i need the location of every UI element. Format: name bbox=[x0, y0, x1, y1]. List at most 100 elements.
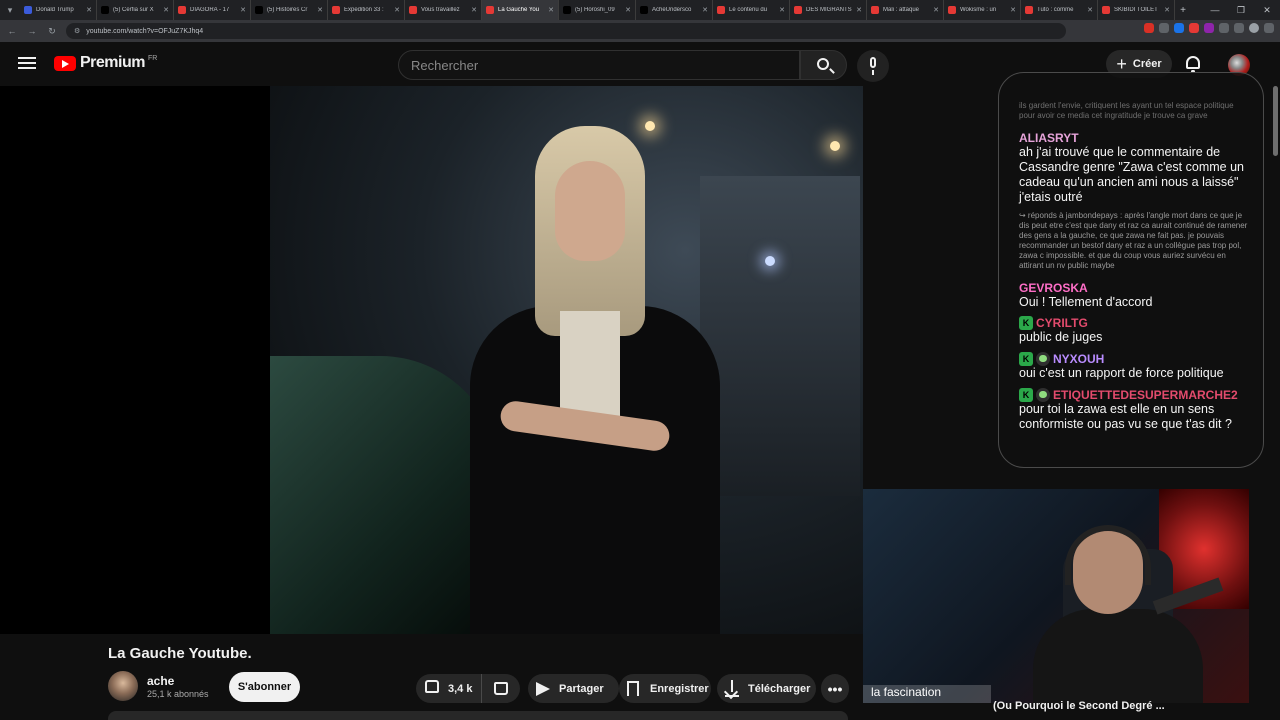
like-count: 3,4 k bbox=[448, 682, 473, 695]
puzzle-icon[interactable] bbox=[1234, 23, 1244, 33]
video-player[interactable] bbox=[0, 86, 863, 634]
youtube-play-icon bbox=[54, 55, 76, 71]
reload-icon[interactable]: ↻ bbox=[44, 26, 60, 37]
browser-tab[interactable]: Donald Trump ✕ bbox=[20, 0, 97, 20]
tab-favicon-icon bbox=[1102, 6, 1110, 14]
tab-label: Expedition 33 : bbox=[344, 7, 384, 13]
window-controls: — ❐ ✕ bbox=[1202, 0, 1280, 20]
person-in-video bbox=[440, 106, 720, 634]
page-scrollbar[interactable] bbox=[1273, 86, 1278, 156]
browser-tab[interactable]: Expedition 33 : ✕ bbox=[328, 0, 405, 20]
tab-close-icon[interactable]: ✕ bbox=[471, 6, 477, 14]
extension-icon[interactable] bbox=[1159, 23, 1169, 33]
share-button[interactable]: Partager bbox=[528, 674, 619, 703]
url-text: youtube.com/watch?v=OFJuZ7KJhq4 bbox=[86, 27, 204, 35]
chat-message: K NYXOUH oui c'est un rapport de force p… bbox=[1019, 352, 1254, 381]
browser-tab[interactable]: SKIBIDI TOILET ✕ bbox=[1098, 0, 1175, 20]
minimize-icon[interactable]: — bbox=[1202, 5, 1228, 15]
tab-close-icon[interactable]: ✕ bbox=[625, 6, 631, 14]
thumbs-down-icon bbox=[494, 682, 508, 695]
extension-icon[interactable] bbox=[1174, 23, 1184, 33]
subscriber-count: 25,1 k abonnés bbox=[147, 689, 209, 699]
streamer bbox=[1033, 525, 1224, 703]
tab-search-icon[interactable]: ▾ bbox=[0, 0, 20, 20]
browser-tab[interactable]: DES MIGRANTS ✕ bbox=[790, 0, 867, 20]
channel-name[interactable]: ache bbox=[147, 674, 174, 688]
browser-tab[interactable]: Mali : attaque ✕ bbox=[867, 0, 944, 20]
more-actions-button[interactable]: ••• bbox=[821, 674, 849, 703]
search-input[interactable] bbox=[399, 51, 799, 79]
chat-username: GEVROSKA bbox=[1019, 281, 1088, 295]
browser-tab[interactable]: AcheUndersco ✕ bbox=[636, 0, 713, 20]
chat-username: ETIQUETTEDESUPERMARCHE2 bbox=[1053, 388, 1238, 402]
chat-reply: ↪ réponds à jambondepays : après l'angle… bbox=[1019, 211, 1248, 270]
save-label: Enregistrer bbox=[650, 682, 709, 695]
tab-close-icon[interactable]: ✕ bbox=[702, 6, 708, 14]
tab-close-icon[interactable]: ✕ bbox=[779, 6, 785, 14]
browser-tab[interactable]: Vous travaillez ✕ bbox=[405, 0, 482, 20]
chat-message: K CYRILTG public de juges bbox=[1019, 316, 1254, 345]
browser-tab[interactable]: La Gauche You ✕ bbox=[482, 0, 559, 20]
save-button[interactable]: Enregistrer bbox=[619, 674, 711, 703]
next-video-title[interactable]: (Ou Pourquoi le Second Degré ... bbox=[993, 700, 1165, 712]
tab-close-icon[interactable]: ✕ bbox=[1164, 6, 1170, 14]
url-field[interactable]: ⚙ youtube.com/watch?v=OFJuZ7KJhq4 bbox=[66, 23, 1066, 39]
browser-tab[interactable]: Wokisme : un ✕ bbox=[944, 0, 1021, 20]
subscribe-button[interactable]: S'abonner bbox=[229, 672, 300, 702]
tab-label: (5) Histoires Cr bbox=[267, 7, 308, 13]
tab-close-icon[interactable]: ✕ bbox=[394, 6, 400, 14]
bookmark-icon bbox=[627, 680, 645, 698]
tab-close-icon[interactable]: ✕ bbox=[240, 6, 246, 14]
search-box bbox=[398, 50, 800, 80]
browser-tab[interactable]: (5) Cerfia sur X ✕ bbox=[97, 0, 174, 20]
chat-message: K ETIQUETTEDESUPERMARCHE2 pour toi la za… bbox=[1019, 388, 1254, 432]
shield-icon[interactable] bbox=[1219, 23, 1229, 33]
site-info-icon[interactable]: ⚙ bbox=[74, 27, 80, 35]
close-window-icon[interactable]: ✕ bbox=[1254, 5, 1280, 16]
dislike-button[interactable] bbox=[482, 674, 520, 703]
tab-close-icon[interactable]: ✕ bbox=[317, 6, 323, 14]
kick-badge-icon: K bbox=[1019, 352, 1033, 366]
tab-strip: Donald Trump ✕ (5) Cerfia sur X ✕ DIAGORA - … bbox=[20, 0, 1175, 20]
tab-close-icon[interactable]: ✕ bbox=[163, 6, 169, 14]
extension-icon[interactable] bbox=[1204, 23, 1214, 33]
voice-search-button[interactable] bbox=[857, 50, 889, 82]
tab-close-icon[interactable]: ✕ bbox=[856, 6, 862, 14]
like-button[interactable]: 3,4 k bbox=[416, 674, 482, 703]
tab-favicon-icon bbox=[178, 6, 186, 14]
tab-close-icon[interactable]: ✕ bbox=[548, 6, 554, 14]
channel-avatar[interactable] bbox=[108, 671, 138, 701]
search-button[interactable] bbox=[800, 50, 847, 80]
search-icon bbox=[817, 58, 829, 70]
kebab-menu-icon[interactable] bbox=[1264, 23, 1274, 33]
back-icon[interactable]: ← bbox=[4, 26, 20, 36]
tab-favicon-icon bbox=[948, 6, 956, 14]
notifications-bell-icon[interactable] bbox=[1184, 54, 1202, 74]
maximize-icon[interactable]: ❐ bbox=[1228, 5, 1254, 16]
country-code: FR bbox=[147, 54, 158, 62]
video-frame[interactable] bbox=[270, 86, 863, 634]
tab-close-icon[interactable]: ✕ bbox=[1087, 6, 1093, 14]
kick-badge-icon: K bbox=[1019, 316, 1033, 330]
forward-icon[interactable]: → bbox=[24, 26, 40, 36]
profile-icon[interactable] bbox=[1249, 23, 1259, 33]
browser-tab[interactable]: (5) Histoires Cr ✕ bbox=[251, 0, 328, 20]
chat-faded-message: ils gardent l'envie, critiquent les ayan… bbox=[1019, 101, 1234, 120]
menu-icon[interactable] bbox=[18, 55, 36, 71]
browser-tab[interactable]: (5) Horoshi_09 ✕ bbox=[559, 0, 636, 20]
extension-icon[interactable] bbox=[1189, 23, 1199, 33]
description-box-edge[interactable] bbox=[108, 711, 848, 720]
download-icon bbox=[725, 679, 743, 698]
tab-close-icon[interactable]: ✕ bbox=[933, 6, 939, 14]
browser-tab[interactable]: Tuto : comme ✕ bbox=[1021, 0, 1098, 20]
tab-favicon-icon bbox=[24, 6, 32, 14]
extension-icon[interactable] bbox=[1144, 23, 1154, 33]
browser-tab[interactable]: Le contenu du ✕ bbox=[713, 0, 790, 20]
download-button[interactable]: Télécharger bbox=[717, 674, 816, 703]
new-tab-button[interactable]: + bbox=[1175, 5, 1191, 16]
tab-close-icon[interactable]: ✕ bbox=[1010, 6, 1016, 14]
tab-close-icon[interactable]: ✕ bbox=[86, 6, 92, 14]
youtube-logo[interactable]: Premium FR bbox=[54, 54, 157, 72]
browser-tab[interactable]: DIAGORA - 17 ✕ bbox=[174, 0, 251, 20]
webcam-caption: la fascination bbox=[863, 685, 991, 703]
